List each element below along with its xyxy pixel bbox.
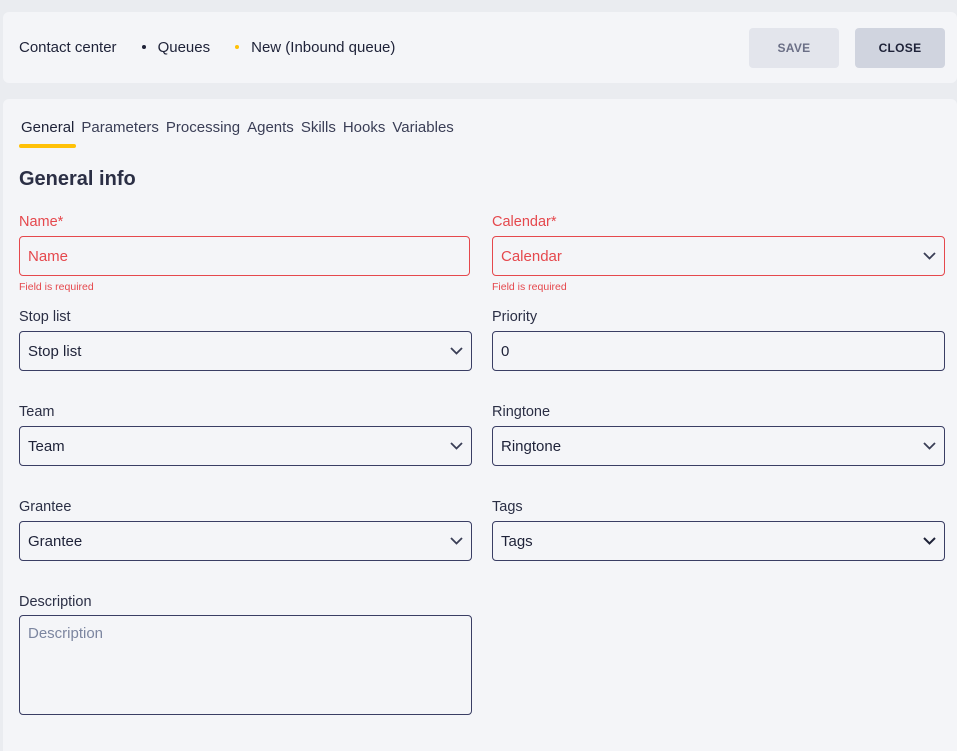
team-label: Team xyxy=(19,404,55,420)
page-header: Contact center Queues New (Inbound queue… xyxy=(3,12,957,83)
description-textarea[interactable]: Description xyxy=(19,615,472,715)
tab-processing[interactable]: Processing xyxy=(164,119,242,147)
breadcrumb-separator xyxy=(141,44,146,49)
tags-label: Tags xyxy=(492,499,523,515)
name-placeholder: Name xyxy=(28,247,69,265)
tags-select[interactable]: Tags xyxy=(492,521,945,561)
chevron-down-icon xyxy=(449,344,463,358)
team-placeholder: Team xyxy=(28,437,65,455)
breadcrumb-contact-center[interactable]: Contact center xyxy=(19,39,117,56)
name-input[interactable]: Name xyxy=(19,236,470,276)
chevron-down-icon xyxy=(922,534,936,548)
priority-value: 0 xyxy=(501,342,510,360)
tags-placeholder: Tags xyxy=(501,532,533,550)
ringtone-select[interactable]: Ringtone xyxy=(492,426,945,466)
calendar-error: Field is required xyxy=(492,281,567,293)
ringtone-label: Ringtone xyxy=(492,404,551,420)
chevron-down-icon xyxy=(449,534,463,548)
stop-list-select[interactable]: Stop list xyxy=(19,331,472,371)
tab-bar: General Parameters Processing Agents Ski… xyxy=(19,119,459,148)
description-label: Description xyxy=(19,594,92,610)
save-button[interactable]: SAVE xyxy=(749,28,839,68)
tab-parameters[interactable]: Parameters xyxy=(79,119,161,147)
calendar-placeholder: Calendar xyxy=(501,247,562,265)
ringtone-placeholder: Ringtone xyxy=(501,437,562,455)
description-placeholder: Description xyxy=(28,625,104,642)
chevron-down-icon xyxy=(449,439,463,453)
form-panel: General Parameters Processing Agents Ski… xyxy=(3,99,957,751)
stop-list-placeholder: Stop list xyxy=(28,342,82,360)
priority-input[interactable]: 0 xyxy=(492,331,945,371)
tab-skills[interactable]: Skills xyxy=(299,119,338,147)
breadcrumb: Contact center Queues New (Inbound queue… xyxy=(19,12,395,83)
name-label: Name* xyxy=(19,214,64,230)
stop-list-label: Stop list xyxy=(19,309,71,325)
calendar-select[interactable]: Calendar xyxy=(492,236,945,276)
calendar-label: Calendar* xyxy=(492,214,557,230)
tab-variables[interactable]: Variables xyxy=(390,119,455,147)
breadcrumb-separator-current xyxy=(235,44,240,49)
breadcrumb-queues[interactable]: Queues xyxy=(158,39,211,56)
tab-agents[interactable]: Agents xyxy=(245,119,296,147)
chevron-down-icon xyxy=(922,439,936,453)
grantee-placeholder: Grantee xyxy=(28,532,83,550)
name-error: Field is required xyxy=(19,281,94,293)
breadcrumb-current: New (Inbound queue) xyxy=(251,39,396,56)
grantee-select[interactable]: Grantee xyxy=(19,521,472,561)
close-button[interactable]: CLOSE xyxy=(855,28,945,68)
priority-label: Priority xyxy=(492,309,538,325)
tab-general[interactable]: General xyxy=(19,119,77,148)
section-title: General info xyxy=(19,168,136,190)
chevron-down-icon xyxy=(922,249,936,263)
grantee-label: Grantee xyxy=(19,499,72,515)
tab-hooks[interactable]: Hooks xyxy=(341,119,388,147)
team-select[interactable]: Team xyxy=(19,426,472,466)
